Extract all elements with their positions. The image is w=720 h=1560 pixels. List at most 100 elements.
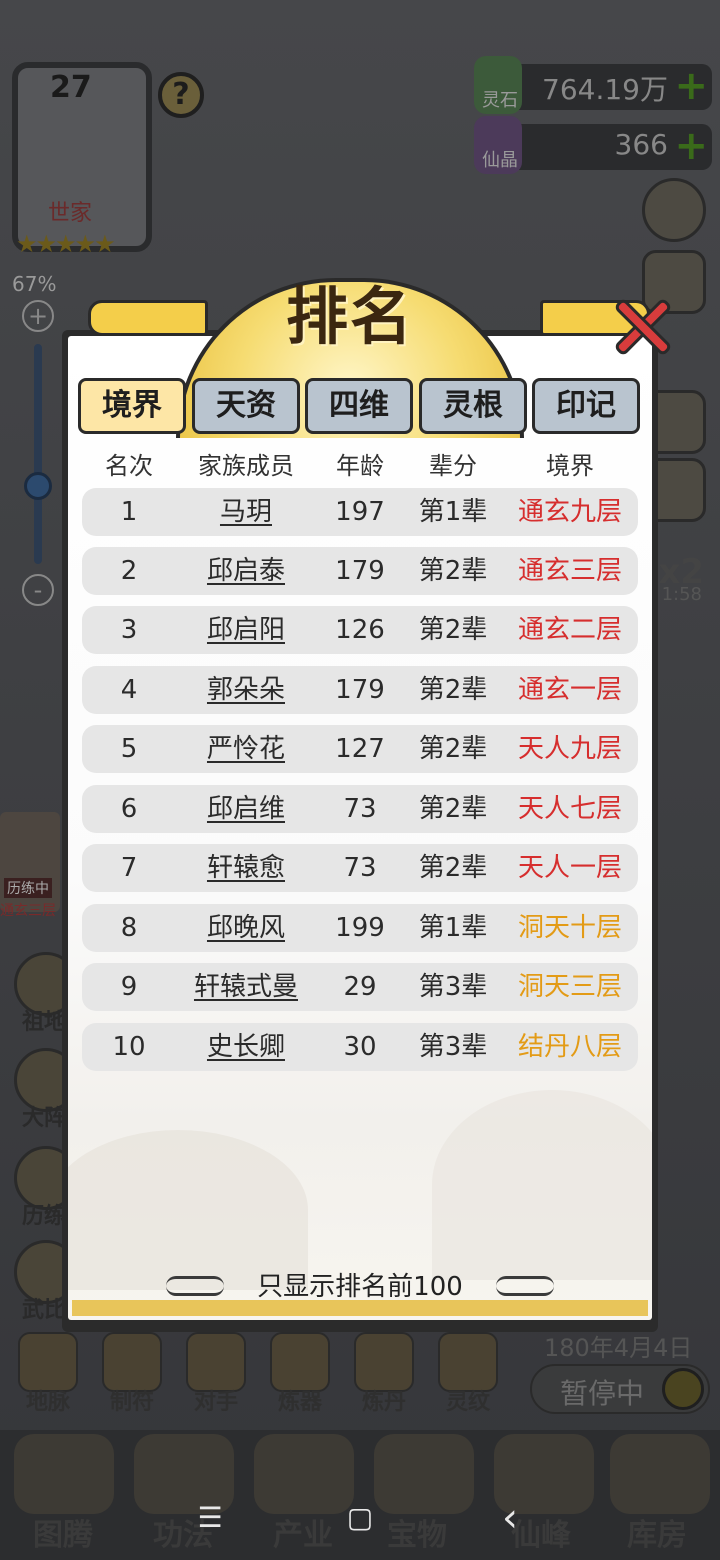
forging-icon (270, 1332, 330, 1392)
row-rank: 9 (120, 972, 138, 1002)
totem-icon (14, 1434, 114, 1514)
header-member: 家族成员 (198, 452, 294, 480)
table-row: 8 邱晚风 199 第1辈 洞天十层 (82, 904, 638, 952)
skill-bar: 地脉 制符 对手 炼器 炼丹 灵纹 (0, 1332, 520, 1422)
row-age: 30 (343, 1032, 377, 1062)
row-generation: 第2辈 (418, 556, 488, 586)
table-row: 4 郭朵朵 179 第2辈 通玄一层 (82, 666, 638, 714)
forging-button[interactable]: 炼器 (262, 1332, 338, 1416)
talisman-label: 制符 (109, 1390, 154, 1415)
dialog-title: 排名 (285, 280, 414, 353)
alchemy-label: 炼丹 (361, 1390, 406, 1415)
ranking-tabs: 境界 天资 四维 灵根 印记 (78, 378, 644, 436)
back-icon[interactable]: ‹ (490, 1498, 530, 1540)
game-date: 180年4月4日 (544, 1334, 693, 1362)
table-row: 6 邱启维 73 第2辈 天人七层 (82, 785, 638, 833)
character-status: 历练中 (4, 878, 52, 898)
row-realm: 通玄二层 (517, 615, 622, 645)
zoom-track[interactable] (34, 344, 42, 564)
play-icon (662, 1368, 704, 1410)
opponent-button[interactable]: 对手 (178, 1332, 254, 1416)
tab-spirit-root[interactable]: 灵根 (419, 378, 527, 434)
row-rank: 4 (120, 675, 138, 705)
tab-realm[interactable]: 境界 (78, 378, 186, 434)
row-realm: 通玄一层 (517, 675, 622, 705)
table-row: 1 马玥 197 第1辈 通玄九层 (82, 488, 638, 536)
spirit-pattern-button[interactable]: 灵纹 (430, 1332, 506, 1416)
player-title: 世家 (48, 201, 93, 226)
immortal-crystal-label: 仙晶 (482, 150, 518, 171)
member-name-link[interactable]: 郭朵朵 (176, 666, 316, 714)
row-rank: 8 (120, 913, 138, 943)
zoom-knob[interactable] (24, 472, 52, 500)
alchemy-icon (354, 1332, 414, 1392)
earth-vein-button[interactable]: 地脉 (10, 1332, 86, 1416)
speed-timer: 1:58 (661, 584, 702, 605)
tab-talent[interactable]: 天资 (192, 378, 300, 434)
row-age: 73 (343, 794, 377, 824)
spirit-pattern-icon (438, 1332, 498, 1392)
swirl-ornament-right (496, 1276, 554, 1296)
member-name-link[interactable]: 马玥 (176, 488, 316, 536)
member-name-link[interactable]: 史长卿 (176, 1023, 316, 1071)
row-generation: 第2辈 (418, 794, 488, 824)
home-icon[interactable]: ▢ (340, 1500, 380, 1540)
formation-label: 大阵 (22, 1106, 67, 1131)
row-generation: 第2辈 (418, 734, 488, 764)
row-realm: 通玄九层 (517, 497, 622, 527)
opponent-label: 对手 (193, 1390, 238, 1415)
tab-mark[interactable]: 印记 (532, 378, 640, 434)
header-realm: 境界 (546, 452, 594, 480)
nav-totem[interactable]: 图腾 (8, 1510, 118, 1553)
row-rank: 7 (120, 853, 138, 883)
zoom-slider[interactable]: + - (20, 300, 56, 660)
pause-button[interactable]: 暂停中 (530, 1364, 710, 1414)
mountain-decoration (432, 1090, 652, 1280)
alchemy-button[interactable]: 炼丹 (346, 1332, 422, 1416)
zoom-in-button[interactable]: + (22, 300, 54, 332)
forging-label: 炼器 (277, 1390, 322, 1415)
table-header: 名次 家族成员 年龄 辈分 境界 (82, 446, 638, 482)
row-realm: 洞天三层 (517, 972, 622, 1002)
member-name-link[interactable]: 轩辕式曼 (176, 963, 316, 1011)
row-rank: 6 (120, 794, 138, 824)
ancestral-land-label: 祖地 (22, 1010, 67, 1035)
row-rank: 3 (120, 615, 138, 645)
row-generation: 第1辈 (418, 913, 488, 943)
row-rank: 1 (120, 497, 138, 527)
add-immortal-crystal-button[interactable]: + (674, 124, 708, 168)
martial-contest-label: 武比 (22, 1298, 67, 1323)
row-generation: 第3辈 (418, 972, 488, 1002)
industry-icon (254, 1434, 354, 1514)
menu-icon[interactable]: ☰ (190, 1500, 230, 1540)
member-name-link[interactable]: 轩辕愈 (176, 844, 316, 892)
spirit-stone-value: 764.19万 (542, 73, 668, 106)
close-button[interactable] (608, 294, 674, 360)
member-name-link[interactable]: 邱启维 (176, 785, 316, 833)
tab-four-stats[interactable]: 四维 (305, 378, 413, 434)
row-age: 179 (335, 556, 385, 586)
member-name-link[interactable]: 严怜花 (176, 725, 316, 773)
member-name-link[interactable]: 邱启阳 (176, 606, 316, 654)
talisman-icon (102, 1332, 162, 1392)
row-rank: 10 (112, 1032, 146, 1062)
row-age: 29 (343, 972, 377, 1002)
talisman-button[interactable]: 制符 (94, 1332, 170, 1416)
nav-storehouse[interactable]: 库房 (602, 1510, 712, 1553)
earth-vein-icon (18, 1332, 78, 1392)
member-name-link[interactable]: 邱启泰 (176, 547, 316, 595)
row-rank: 2 (120, 556, 138, 586)
member-name-link[interactable]: 邱晚风 (176, 904, 316, 952)
earth-vein-label: 地脉 (25, 1390, 70, 1415)
zoom-out-button[interactable]: - (22, 574, 54, 606)
row-realm: 天人一层 (517, 853, 622, 883)
help-button[interactable]: ? (158, 72, 204, 118)
add-spirit-stone-button[interactable]: + (674, 64, 708, 108)
spirit-pattern-label: 灵纹 (445, 1390, 490, 1415)
table-row: 7 轩辕愈 73 第2辈 天人一层 (82, 844, 638, 892)
row-generation: 第2辈 (418, 675, 488, 705)
header-generation: 辈分 (429, 452, 477, 480)
settings-gear-icon[interactable] (642, 178, 706, 242)
row-realm: 天人九层 (517, 734, 622, 764)
header-rank: 名次 (105, 452, 153, 480)
